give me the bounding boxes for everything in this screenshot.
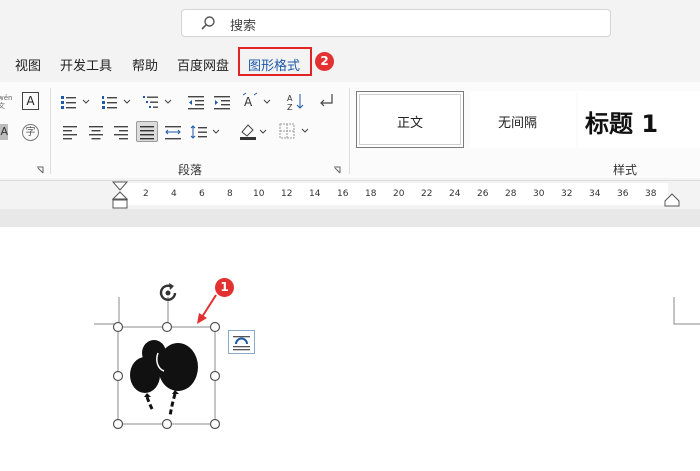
- ruler-tick: 10: [253, 189, 265, 199]
- ribbon: wén 文 A A 字 A A Z 段落 正文 无间隔 标题 1 样式: [0, 82, 700, 181]
- ruler-tick: 2: [143, 189, 149, 199]
- svg-text:A: A: [244, 95, 253, 109]
- char-border-icon[interactable]: A: [22, 92, 39, 110]
- step-badge-1: 1: [215, 278, 234, 297]
- tab-baidu-netdisk[interactable]: 百度网盘: [177, 55, 229, 74]
- step-badge-2: 2: [315, 52, 334, 71]
- numbering-icon[interactable]: [101, 94, 135, 110]
- layout-options-button[interactable]: [228, 330, 255, 354]
- bullets-icon[interactable]: [60, 94, 94, 110]
- document-page[interactable]: [0, 227, 700, 471]
- ruler-tick: 6: [199, 189, 205, 199]
- ruler-tick: 30: [533, 189, 545, 199]
- search-icon: [201, 16, 215, 30]
- title-bar: 搜索: [0, 0, 700, 44]
- char-shading-icon[interactable]: A: [0, 124, 8, 140]
- ruler-tick: 34: [589, 189, 601, 199]
- align-right-icon[interactable]: [113, 124, 129, 140]
- group-divider: [50, 88, 51, 174]
- justify-button[interactable]: [136, 121, 158, 142]
- ruler-tick: 24: [449, 189, 461, 199]
- line-spacing-icon[interactable]: [190, 124, 224, 140]
- search-box[interactable]: 搜索: [181, 9, 611, 37]
- font-dialog-launcher-icon[interactable]: [36, 166, 44, 174]
- align-left-icon[interactable]: [62, 124, 78, 140]
- callout-arrow-icon: [197, 294, 217, 324]
- text-direction-icon[interactable]: A: [242, 92, 274, 112]
- ruler-tick: 12: [281, 189, 293, 199]
- phonetic-guide-icon[interactable]: wén 文: [0, 94, 12, 110]
- tab-help[interactable]: 帮助: [132, 55, 158, 74]
- decrease-indent-icon[interactable]: [187, 94, 205, 110]
- horizontal-ruler: 2 4 6 8 10 12 14 16 18 20 22 24 26 28 30…: [0, 181, 700, 209]
- ruler-tick: 4: [171, 189, 177, 199]
- style-heading-1-label: 标题 1: [585, 110, 659, 138]
- indent-markers-icon[interactable]: [112, 181, 128, 210]
- style-normal-label: 正文: [397, 116, 424, 131]
- ruler-tick: 16: [337, 189, 349, 199]
- tab-highlight-box: [238, 47, 312, 76]
- tab-developer[interactable]: 开发工具: [60, 55, 112, 74]
- shading-icon[interactable]: [238, 122, 270, 142]
- ruler-tick: 26: [477, 189, 489, 199]
- paragraph-dialog-launcher-icon[interactable]: [333, 166, 341, 174]
- ruler-tick: 8: [227, 189, 233, 199]
- show-paragraph-marks-icon[interactable]: [316, 92, 334, 110]
- style-normal[interactable]: 正文: [356, 91, 464, 148]
- style-no-spacing-label: 无间隔: [498, 116, 538, 131]
- styles-group-label: 样式: [613, 163, 638, 177]
- ribbon-panel: wén 文 A A 字 A A Z 段落 正文 无间隔 标题 1 样式: [0, 82, 700, 178]
- right-indent-marker-icon[interactable]: [664, 193, 680, 207]
- ruler-tick: 22: [421, 189, 433, 199]
- ruler-tick: 32: [561, 189, 573, 199]
- tab-view[interactable]: 视图: [15, 55, 41, 74]
- wrap-text-icon: [233, 336, 250, 351]
- ruler-tick: 14: [309, 189, 321, 199]
- document-gutter: [0, 209, 700, 228]
- margin-corner-right: [673, 297, 700, 325]
- paragraph-group-label: 段落: [178, 163, 203, 177]
- ruler-tick: 28: [505, 189, 517, 199]
- distributed-icon[interactable]: [164, 124, 182, 140]
- svg-text:A: A: [287, 94, 293, 103]
- style-heading-1[interactable]: 标题 1: [578, 91, 700, 148]
- ruler-tick: 20: [393, 189, 405, 199]
- multilevel-list-icon[interactable]: [142, 94, 176, 110]
- ruler-tick: 18: [365, 189, 377, 199]
- search-placeholder: 搜索: [230, 19, 257, 34]
- group-divider: [349, 88, 350, 174]
- enclose-char-icon[interactable]: 字: [22, 124, 39, 141]
- ruler-tick: 36: [617, 189, 629, 199]
- sort-icon[interactable]: A Z: [286, 92, 306, 112]
- rotate-handle-icon[interactable]: [156, 281, 182, 305]
- increase-indent-icon[interactable]: [213, 94, 231, 110]
- balloons-icon: [130, 340, 198, 417]
- svg-text:Z: Z: [287, 103, 293, 112]
- justify-icon: [140, 126, 154, 140]
- align-center-icon[interactable]: [88, 124, 104, 140]
- ruler-tick: 38: [645, 189, 657, 199]
- style-no-spacing[interactable]: 无间隔: [470, 91, 576, 148]
- ribbon-tabs: 视图 开发工具 帮助 百度网盘 图形格式: [0, 44, 700, 82]
- borders-icon[interactable]: [279, 123, 313, 141]
